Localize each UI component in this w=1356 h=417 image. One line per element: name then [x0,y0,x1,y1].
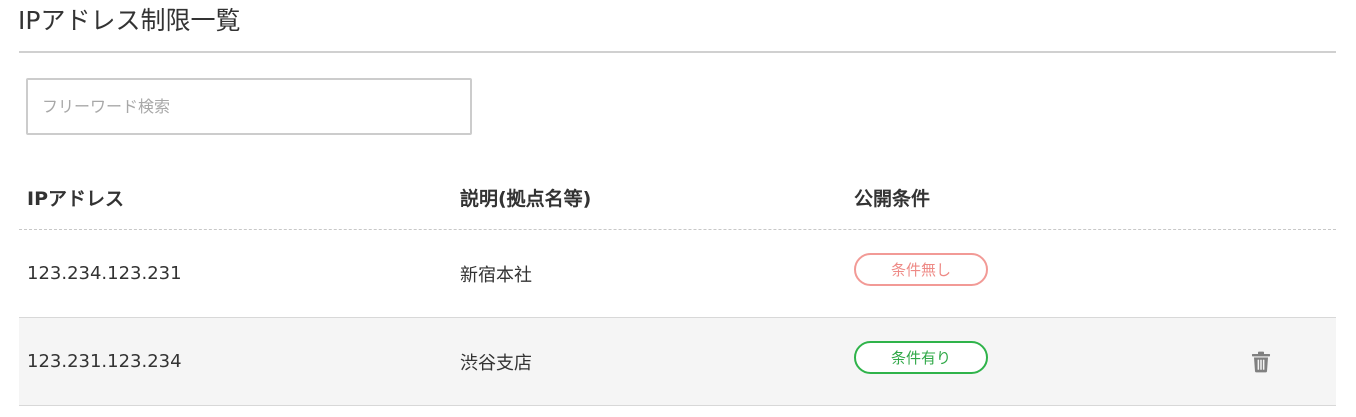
title-divider [19,51,1336,53]
condition-badge: 条件無し [854,253,988,286]
ip-restriction-table: IPアドレス 説明(拠点名等) 公開条件 123.234.123.231 新宿本… [19,164,1336,406]
table-row[interactable]: 123.231.123.234 渋谷支店 条件有り [19,318,1336,406]
header-ip-label: IPアドレス [27,188,124,210]
location-description: 渋谷支店 [460,352,532,374]
cell-actions [1243,318,1279,405]
condition-badge: 条件有り [854,341,988,374]
cell-condition: 条件有り [854,318,1234,405]
header-cell-condition: 公開条件 [854,164,1234,229]
cell-description: 新宿本社 [460,230,840,317]
cell-ip: 123.234.123.231 [27,230,447,317]
header-cell-ip: IPアドレス [27,164,447,229]
location-description: 新宿本社 [460,264,532,286]
ip-address: 123.231.123.234 [27,351,182,372]
table-row[interactable]: 123.234.123.231 新宿本社 条件無し [19,230,1336,318]
header-cell-description: 説明(拠点名等) [460,164,840,229]
table-header-row: IPアドレス 説明(拠点名等) 公開条件 [19,164,1336,230]
cell-description: 渋谷支店 [460,318,840,405]
search-box[interactable] [26,78,472,135]
cell-ip: 123.231.123.234 [27,318,447,405]
trash-icon [1252,351,1270,372]
cell-condition: 条件無し [854,230,1234,317]
header-condition-label: 公開条件 [854,188,931,210]
delete-button[interactable] [1248,349,1274,375]
search-input[interactable] [28,80,470,133]
ip-address: 123.234.123.231 [27,263,182,284]
page-title: IPアドレス制限一覧 [18,6,241,35]
header-description-label: 説明(拠点名等) [460,188,592,210]
page: IPアドレス制限一覧 IPアドレス 説明(拠点名等) 公開条件 123.234.… [0,0,1356,417]
